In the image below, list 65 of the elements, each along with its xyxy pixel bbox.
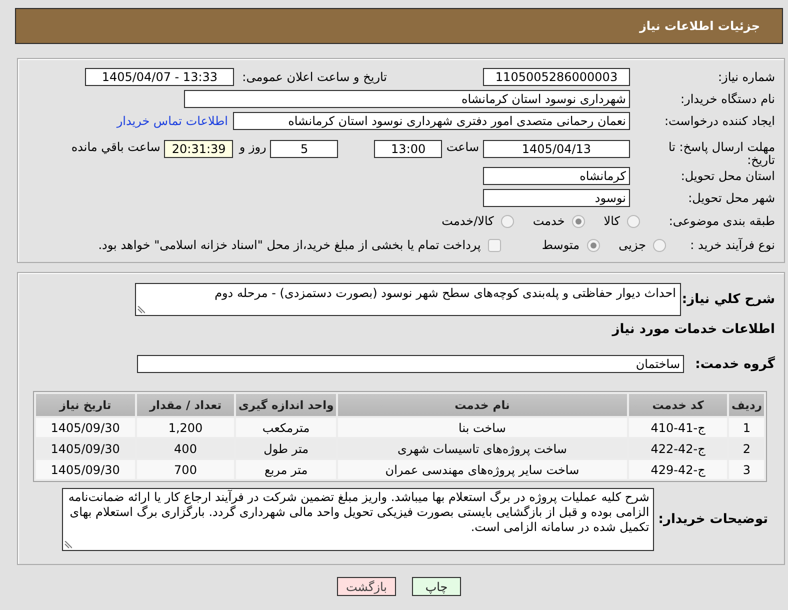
column-header: نام خدمت — [338, 394, 627, 416]
deadline-time-field[interactable]: 13:00 — [374, 140, 442, 158]
table-cell: 1405/09/30 — [36, 460, 135, 479]
table-cell: مترمکعب — [236, 418, 336, 437]
section-title: اطلاعات خدمات مورد نیاز — [610, 321, 776, 339]
service-group-field[interactable]: ساختمان — [137, 355, 684, 373]
field-label: مهلت ارسال پاسخ: تا تاریخ: — [667, 140, 776, 167]
field-label: نوع فرآیند خرید : — [689, 238, 776, 252]
table-cell: 1405/09/30 — [36, 418, 135, 437]
radio-button[interactable] — [653, 238, 666, 252]
province-field[interactable]: کرمانشاه — [483, 167, 630, 185]
print-button[interactable]: چاپ — [412, 577, 461, 596]
option-label: متوسط — [542, 238, 580, 252]
radio-button[interactable] — [586, 238, 600, 252]
deadline-date-field[interactable]: 1405/04/13 — [483, 140, 630, 158]
column-header: تاریخ نیاز — [36, 394, 135, 416]
buyer-contact-link[interactable]: اطلاعات تماس خریدار — [116, 114, 228, 128]
checkbox-label: پرداخت تمام یا بخشی از مبلغ خرید،از محل "اسناد خزانه اسلامی" خواهد بود. — [98, 238, 481, 252]
resize-grip-icon[interactable] — [64, 541, 72, 549]
need-number-field[interactable]: 1105005286000003 — [483, 68, 630, 86]
resize-grip-icon[interactable] — [137, 306, 145, 314]
option-label: خدمت — [532, 214, 565, 228]
city-field[interactable]: نوسود — [483, 189, 630, 207]
field-label: نام دستگاه خریدار: — [680, 92, 776, 106]
table-cell: 3 — [729, 460, 764, 479]
column-header: ردیف — [729, 394, 764, 416]
column-header: واحد اندازه گیری — [236, 394, 336, 416]
field-label: شهر محل تحویل: — [687, 191, 776, 205]
field-label: طبقه بندی موضوعی: — [668, 214, 776, 228]
field-label: گروه خدمت: — [694, 356, 776, 372]
table-cell: 1,200 — [136, 418, 234, 437]
option-label: جزیی — [618, 238, 646, 252]
table-cell: 700 — [136, 460, 234, 479]
requester-field[interactable]: نعمان رحمانی متصدی امور دفتری شهرداری نوسود استان کرمانشاه — [233, 112, 630, 130]
radio-button[interactable] — [500, 214, 514, 228]
table-cell: ساخت بنا — [338, 418, 627, 437]
table-cell: متر مربع — [236, 460, 336, 479]
buyer-notes-field[interactable]: شرح کلیه عملیات پروژه در برگ استعلام بها میباشد. واریز مبلغ تضمین شرکت در فرآیند ارجاع کار یا ارائه ضمانت‌نامه الزامی بوده و قبل از بازگشایی بایستی بصورت فیزیکی تحویل واحد مالی شهرداری گردد. بارگزاری برگ استعلام بهای تکمیل شده در سامانه الزامی است. — [62, 488, 654, 551]
field-label: ایجاد کننده درخواست: — [663, 114, 776, 128]
table-cell: ج-42-429 — [628, 460, 728, 479]
buyer-organization-field[interactable]: شهرداری نوسود استان کرمانشاه — [184, 90, 630, 108]
radio-button[interactable] — [572, 214, 585, 228]
days-remaining-field[interactable]: 5 — [270, 140, 338, 158]
option-label: کالا/خدمت — [442, 214, 494, 228]
field-label: ساعت باقي مانده — [71, 140, 160, 154]
column-header: کد خدمت — [628, 394, 728, 416]
field-label: استان محل تحویل: — [680, 169, 776, 183]
back-button[interactable]: بازگشت — [337, 577, 396, 596]
page-title: جزئیات اطلاعات نیاز — [639, 19, 760, 33]
field-label: روز و — [239, 140, 266, 154]
table-cell: ج-41-410 — [628, 418, 728, 437]
need-description-field[interactable]: احداث دیوار حفاظتی و پله‌بندی کوچه‌های سطح شهر نوسود (بصورت دستمزدی) - مرحله دوم — [135, 283, 681, 316]
field-label: شماره نیاز: — [717, 70, 776, 84]
table-cell: 1 — [729, 418, 764, 437]
radio-button[interactable] — [627, 214, 640, 228]
checkbox[interactable] — [488, 238, 501, 252]
option-label: کالا — [604, 214, 620, 228]
field-label: ساعت — [446, 140, 479, 154]
field-label: توضیحات خریدار: — [658, 512, 769, 527]
time-remaining-field[interactable]: 20:31:39 — [164, 140, 234, 158]
column-header: تعداد / مقدار — [136, 394, 234, 416]
field-label: تاریخ و ساعت اعلان عمومی: — [242, 70, 387, 84]
field-label: شرح کلي نياز: — [681, 292, 776, 307]
table-cell: ساخت سایر پروژه‌های مهندسی عمران — [338, 460, 627, 479]
announcement-date-field[interactable]: 1405/04/07 - 13:33 — [85, 68, 234, 86]
